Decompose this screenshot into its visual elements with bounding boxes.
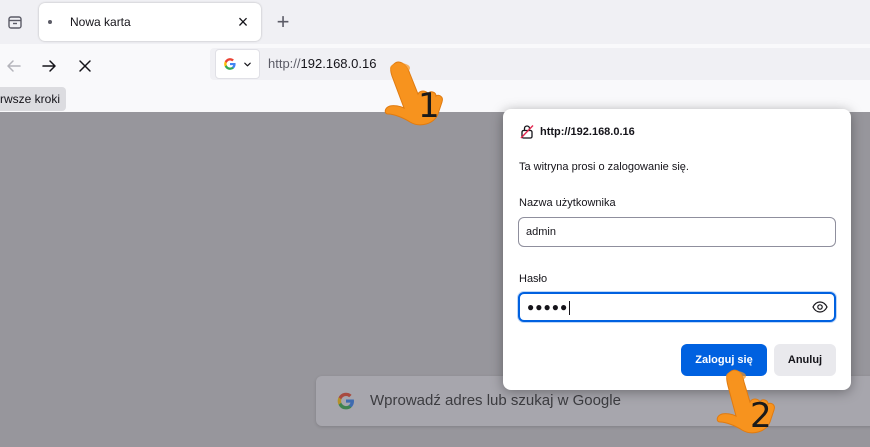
text-caret [569,300,571,315]
password-field[interactable]: ●●●●● [518,292,836,322]
arrow-right-icon [42,60,56,72]
google-icon [337,392,354,410]
tab-close-icon[interactable]: × [231,10,255,34]
google-icon [224,58,236,70]
back-button[interactable] [0,52,28,80]
tab-favicon-dot [48,20,52,24]
bookmark-item[interactable]: rwsze kroki [0,87,67,111]
auth-dialog: http://192.168.0.16 Ta witryna prosi o z… [503,109,851,390]
url-text[interactable]: http://192.168.0.16 [268,48,376,80]
forward-button[interactable] [35,52,63,80]
password-value: ●●●●● [527,300,569,314]
step-number-2: 2 [750,396,772,436]
dialog-header: http://192.168.0.16 [520,124,635,139]
chevron-down-icon [244,62,251,66]
step-number-1: 1 [418,86,440,126]
stop-button[interactable] [71,52,99,80]
search-engine-button[interactable] [215,49,260,79]
password-label: Hasło [519,273,548,285]
url-host: 192.168.0.16 [300,56,377,71]
tab-new-tab[interactable]: Nowa karta × [39,3,261,41]
tab-list-icon [8,16,22,29]
new-tab-button[interactable]: + [270,8,296,36]
arrow-left-icon [7,60,21,72]
dialog-site: http://192.168.0.16 [540,125,635,138]
insecure-lock-icon [520,125,534,139]
dialog-message: Ta witryna prosi o zalogowanie się. [519,161,689,173]
eye-icon[interactable] [812,300,828,314]
url-bar[interactable]: http://192.168.0.16 [210,48,870,80]
tab-strip: Nowa karta × + [0,0,870,44]
url-scheme: http:// [268,56,301,71]
username-label: Nazwa użytkownika [519,197,616,209]
username-field[interactable]: admin [518,217,836,247]
tab-title: Nowa karta [70,15,131,29]
tab-list-button[interactable] [0,8,30,36]
close-icon [79,60,91,72]
